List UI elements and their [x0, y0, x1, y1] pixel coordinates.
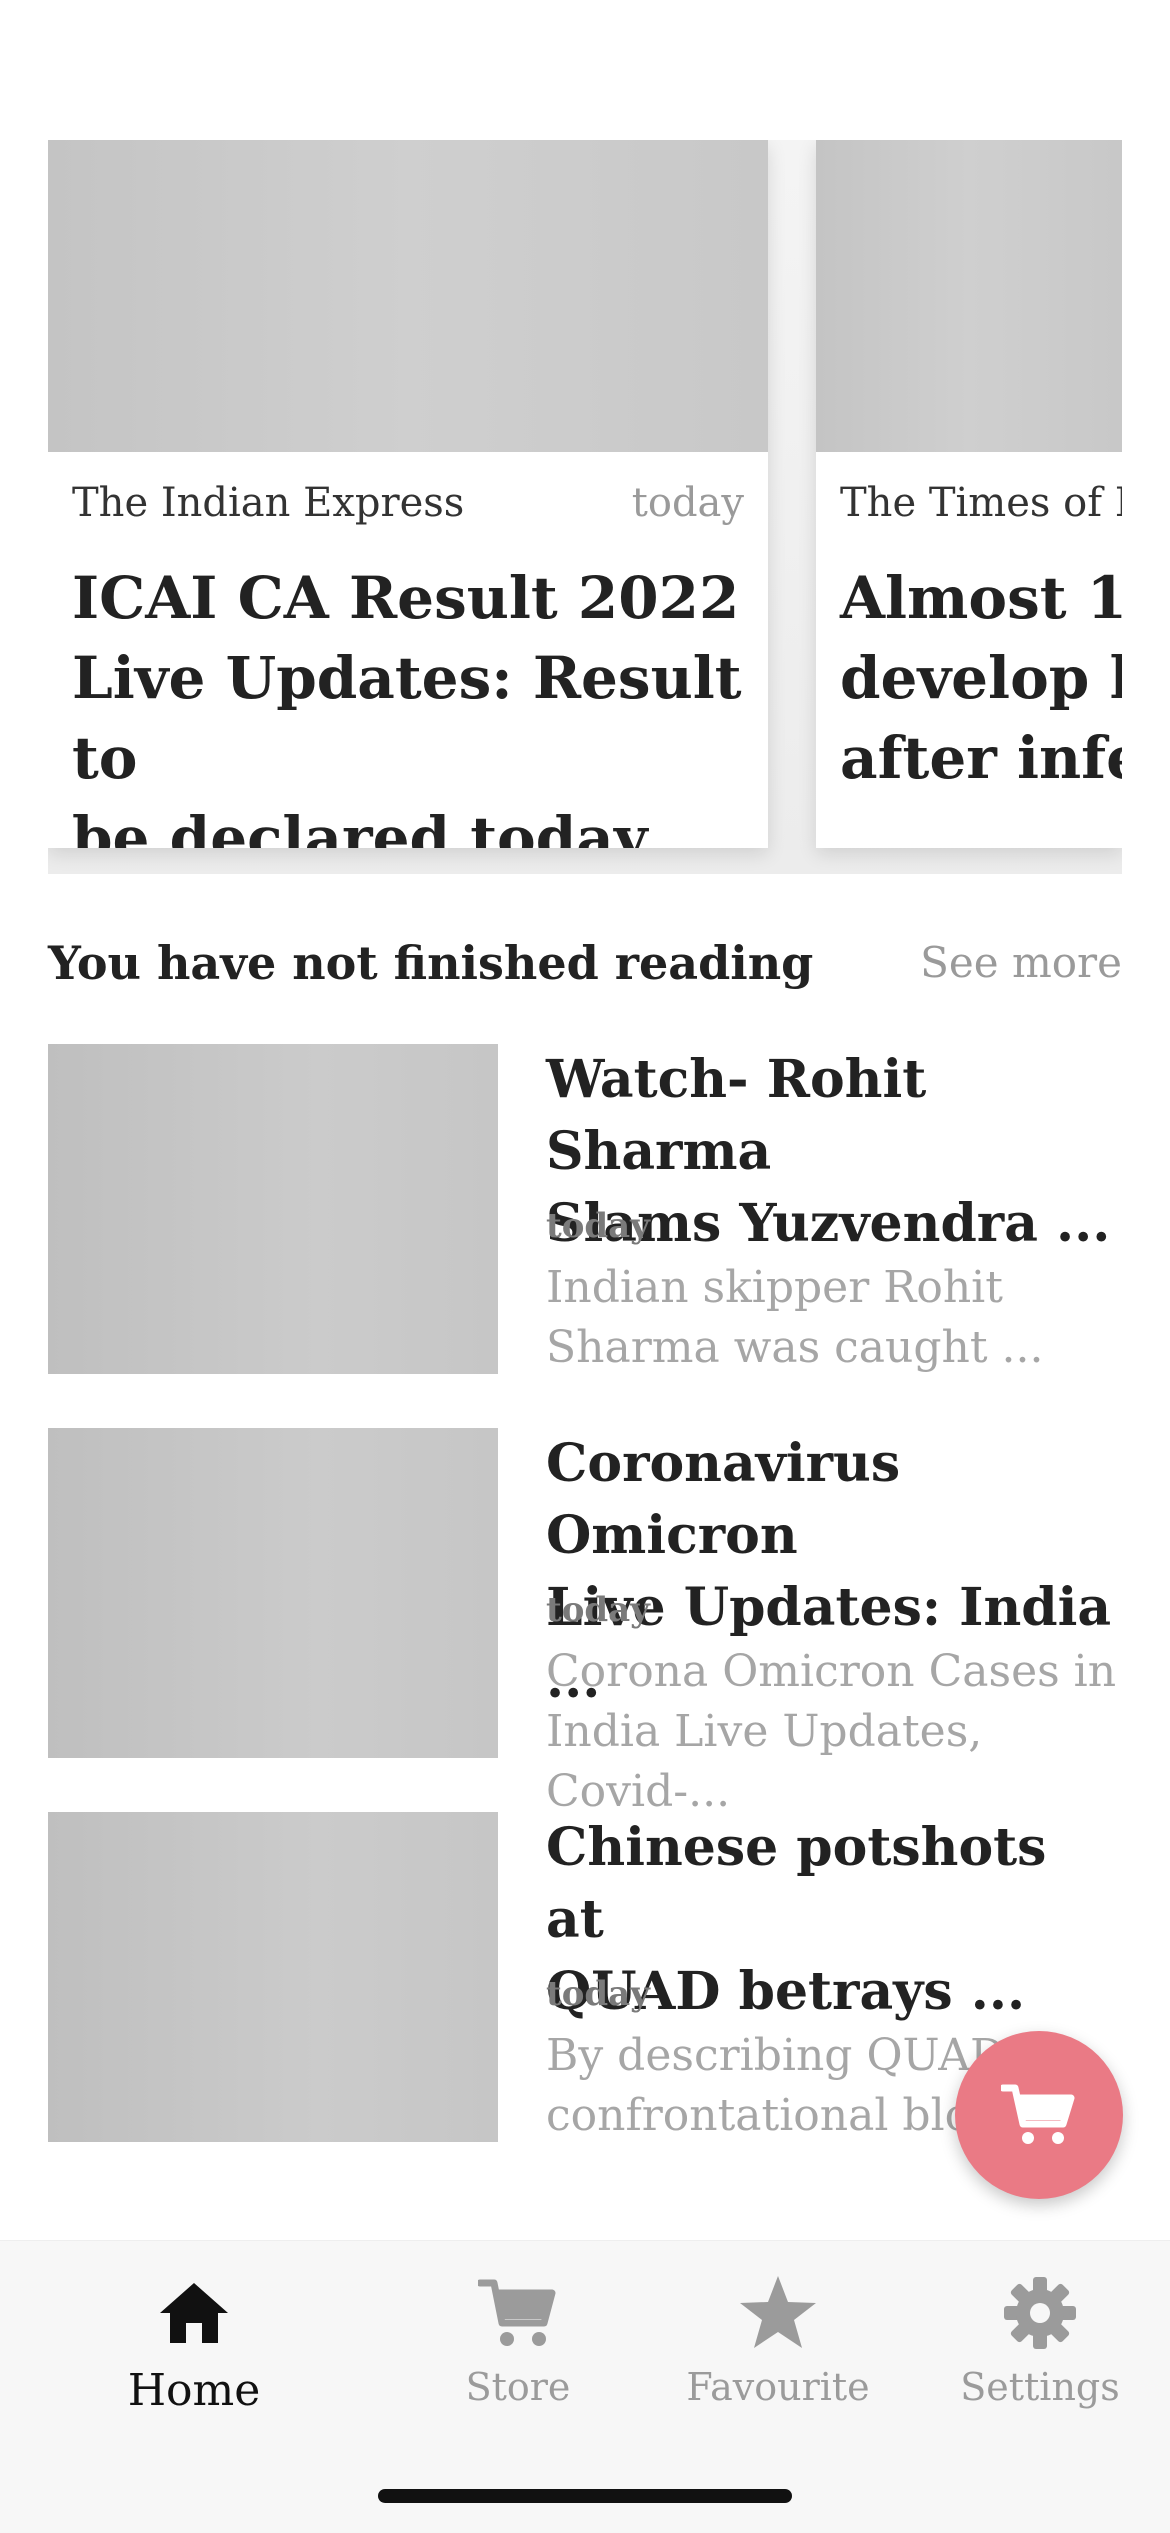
- tab-settings[interactable]: Settings: [930, 2271, 1150, 2421]
- cart-icon: [1001, 2084, 1075, 2144]
- featured-card-source: The Indian Express: [72, 480, 465, 526]
- tab-settings-label: Settings: [960, 2365, 1120, 2409]
- article-thumbnail: [48, 1044, 498, 1374]
- article-description: Indian skipper Rohit Sharma was caught .…: [546, 1262, 1044, 1373]
- article-time: today: [546, 1974, 650, 2014]
- article-time: today: [546, 1206, 650, 1246]
- featured-card-title: ICAI CA Result 2022 Live Updates: Result…: [72, 564, 743, 848]
- article-description: Corona Omicron Cases in India Live Updat…: [546, 1646, 1117, 1817]
- section-title: You have not finished reading: [48, 936, 814, 990]
- bottom-tab-bar: Home Store Favourite Settings: [0, 2240, 1170, 2533]
- article-thumbnail: [48, 1812, 498, 2142]
- gear-icon: [1004, 2277, 1076, 2349]
- article-row[interactable]: Coronavirus Omicron Live Updates: India …: [48, 1428, 1122, 1817]
- tab-home[interactable]: Home: [84, 2271, 304, 2421]
- tab-store-label: Store: [465, 2365, 571, 2409]
- tab-home-label: Home: [127, 2365, 261, 2416]
- cart-fab-button[interactable]: [955, 2031, 1123, 2199]
- article-time: today: [546, 1590, 650, 1630]
- star-icon: [740, 2276, 816, 2348]
- tab-store[interactable]: Store: [408, 2271, 628, 2421]
- featured-card-image: [48, 140, 768, 452]
- tab-favourite-label: Favourite: [686, 2365, 870, 2409]
- cart-icon: [478, 2279, 556, 2346]
- featured-card-time: today: [631, 480, 744, 526]
- featured-card-title: Almost 1 in develop lo after infec: [840, 564, 1122, 792]
- featured-card-meta: The Indian Express today: [72, 480, 744, 536]
- home-icon: [160, 2283, 228, 2343]
- section-header: You have not finished reading See more: [48, 936, 1122, 996]
- featured-card[interactable]: The Indian Express today ICAI CA Result …: [48, 140, 768, 848]
- featured-card-image: [816, 140, 1122, 452]
- featured-card-meta: The Times of In: [840, 480, 1122, 536]
- see-more-link[interactable]: See more: [920, 938, 1122, 987]
- featured-carousel[interactable]: The Indian Express today ICAI CA Result …: [48, 140, 1122, 874]
- article-thumbnail: [48, 1428, 498, 1758]
- article-row[interactable]: Watch- Rohit Sharma Slams Yuzvendra ... …: [48, 1044, 1122, 1374]
- featured-card[interactable]: The Times of In Almost 1 in develop lo a…: [816, 140, 1122, 848]
- featured-card-source: The Times of In: [840, 480, 1122, 526]
- home-indicator[interactable]: [378, 2489, 792, 2503]
- tab-favourite[interactable]: Favourite: [668, 2271, 888, 2421]
